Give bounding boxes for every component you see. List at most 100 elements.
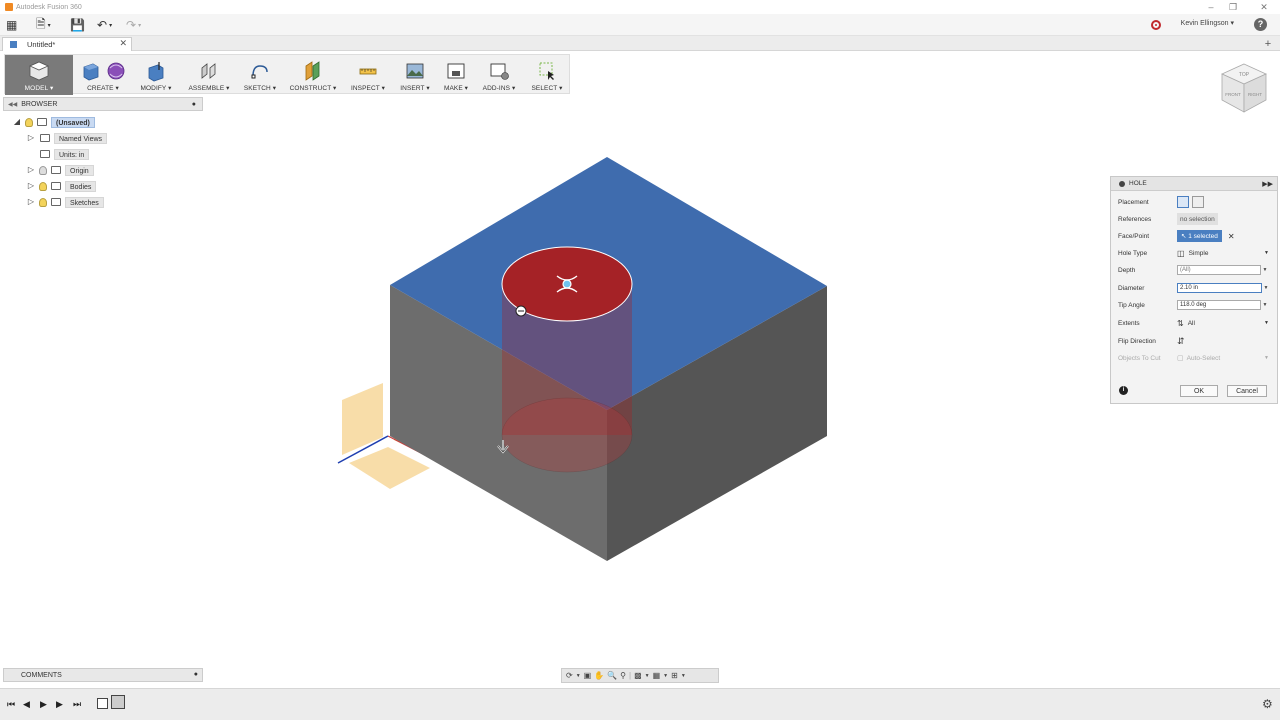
restore-icon[interactable]: ❐: [1225, 0, 1241, 14]
add-ins-menu[interactable]: ADD-INS ▾: [479, 55, 519, 95]
comments-panel-header[interactable]: COMMENTS ●: [3, 668, 203, 682]
visibility-bulb-icon[interactable]: [39, 181, 47, 191]
tree-root[interactable]: ◢ (Unsaved): [12, 116, 95, 128]
depth-input[interactable]: (All): [1177, 265, 1261, 275]
timeline-sketch-feature-icon[interactable]: [97, 698, 108, 709]
tree-item-named-views[interactable]: ▷ Named Views: [26, 132, 108, 144]
zoom-icon[interactable]: 🔍: [607, 671, 617, 680]
file-menu-icon[interactable]: 🗎 ▾: [36, 17, 51, 33]
dialog-menu-icon[interactable]: [1119, 180, 1125, 187]
sketch-menu[interactable]: SKETCH ▾: [240, 55, 280, 95]
canvas-viewport[interactable]: [210, 100, 1110, 660]
close-tab-icon[interactable]: ✕: [119, 38, 127, 49]
tree-item-origin[interactable]: ▷ Origin: [26, 164, 94, 176]
hole-type-row: Hole Type ◫ Simple ▼: [1118, 246, 1276, 260]
hole-dialog-title-bar[interactable]: HOLE ▶▶: [1111, 177, 1277, 191]
go-to-end-icon[interactable]: ⏭: [73, 699, 81, 710]
record-icon[interactable]: [1151, 20, 1161, 30]
references-selector[interactable]: no selection: [1177, 213, 1218, 225]
expand-toggle-icon[interactable]: ▷: [26, 197, 36, 207]
hole-type-value: Simple: [1188, 249, 1209, 257]
visibility-bulb-icon[interactable]: [39, 165, 47, 175]
visibility-bulb-icon[interactable]: [39, 197, 47, 207]
diameter-manipulator-icon[interactable]: [515, 305, 527, 317]
clear-selection-icon[interactable]: ✕: [1228, 232, 1235, 241]
help-icon[interactable]: ?: [1254, 18, 1267, 31]
minimize-icon[interactable]: –: [1203, 0, 1219, 14]
tree-item-units[interactable]: Units: in: [36, 148, 90, 160]
ok-button[interactable]: OK: [1180, 385, 1218, 397]
fit-icon[interactable]: ⚲: [620, 671, 626, 680]
undo-icon[interactable]: ↶ ▾: [97, 17, 112, 33]
create-menu[interactable]: CREATE ▾: [77, 55, 129, 95]
redo-icon[interactable]: ↷ ▾: [126, 17, 141, 33]
extents-dropdown[interactable]: ⇅ All ▼: [1177, 317, 1269, 329]
viewports-icon[interactable]: ⊞: [671, 671, 678, 680]
app-grid-icon[interactable]: ▦: [6, 17, 17, 33]
go-to-start-icon[interactable]: ⏮: [7, 699, 15, 710]
inspect-menu[interactable]: INSPECT ▾: [348, 55, 388, 95]
objects-to-cut-dropdown[interactable]: ▢ Auto-Select ▼: [1177, 352, 1269, 364]
viewcube[interactable]: TOP FRONT RIGHT: [1216, 60, 1272, 120]
tree-item-bodies[interactable]: ▷ Bodies: [26, 180, 97, 192]
modify-menu[interactable]: MODIFY ▾: [136, 55, 176, 95]
chevron-down-icon[interactable]: ▼: [645, 673, 650, 679]
close-window-icon[interactable]: ✕: [1256, 0, 1272, 14]
orbit-icon[interactable]: ⟳: [566, 671, 573, 680]
tip-angle-input[interactable]: 118.0 deg: [1177, 300, 1261, 310]
tree-item-label: Named Views: [54, 132, 108, 144]
user-account-menu[interactable]: Kevin Ellingson ▾: [1181, 19, 1234, 27]
collapse-browser-icon[interactable]: ◀◀: [8, 101, 17, 108]
assemble-menu[interactable]: ASSEMBLE ▾: [184, 55, 234, 95]
save-icon[interactable]: 💾: [70, 17, 85, 33]
visibility-bulb-icon[interactable]: [25, 117, 33, 127]
display-settings-icon[interactable]: ▩: [634, 671, 642, 680]
expand-toggle-icon[interactable]: ▷: [26, 181, 36, 191]
placement-label: Placement: [1118, 198, 1149, 206]
diameter-control: 2.10 in ▼: [1177, 282, 1270, 294]
hole-dialog-title: HOLE: [1129, 180, 1147, 187]
expand-toggle-icon[interactable]: ◢: [12, 117, 22, 127]
add-comment-icon[interactable]: ●: [194, 671, 198, 678]
insert-menu[interactable]: INSERT ▾: [397, 55, 433, 95]
chevron-down-icon[interactable]: ▼: [1261, 267, 1269, 273]
play-icon[interactable]: ▶: [40, 699, 47, 710]
browser-header[interactable]: ◀◀ BROWSER ●: [3, 97, 203, 111]
origin-plane-xy[interactable]: [349, 447, 430, 489]
step-forward-icon[interactable]: ▶: [56, 699, 63, 710]
document-tab[interactable]: Untitled* ✕: [2, 37, 132, 51]
chevron-down-icon[interactable]: ▼: [576, 673, 581, 679]
face-point-selected-button[interactable]: ↖ 1 selected: [1177, 230, 1222, 242]
grid-settings-icon[interactable]: ▦: [653, 671, 661, 680]
expand-toggle-icon[interactable]: ▷: [26, 165, 36, 175]
look-at-icon[interactable]: ▣: [584, 671, 592, 680]
timeline-settings-icon[interactable]: ⚙: [1262, 697, 1273, 711]
multiple-holes-placement-icon[interactable]: [1192, 196, 1204, 208]
diameter-input[interactable]: 2.10 in: [1177, 283, 1262, 293]
info-icon[interactable]: i: [1119, 386, 1128, 395]
hole-type-dropdown[interactable]: ◫ Simple ▼: [1177, 247, 1269, 259]
expand-toggle-icon[interactable]: ▷: [26, 133, 36, 143]
units-document-icon: [40, 150, 50, 158]
chevron-down-icon[interactable]: ▼: [663, 673, 668, 679]
browser-options-icon[interactable]: ●: [192, 101, 196, 108]
diameter-label: Diameter: [1118, 284, 1145, 292]
document-tab-title: Untitled*: [27, 40, 56, 49]
chevron-down-icon[interactable]: ▼: [681, 673, 686, 679]
expand-dialog-icon[interactable]: ▶▶: [1262, 180, 1273, 188]
construct-menu[interactable]: CONSTRUCT ▾: [287, 55, 339, 95]
select-menu[interactable]: SELECT ▾: [527, 55, 567, 95]
workspace-switcher[interactable]: MODEL ▾: [5, 55, 73, 95]
single-hole-placement-icon[interactable]: [1177, 196, 1189, 208]
make-menu[interactable]: MAKE ▾: [439, 55, 473, 95]
step-back-icon[interactable]: ◀: [23, 699, 30, 710]
origin-plane-yz[interactable]: [342, 383, 383, 455]
new-tab-icon[interactable]: +: [1262, 38, 1274, 50]
pan-icon[interactable]: ✋: [594, 671, 604, 680]
flip-direction-icon[interactable]: ⇵: [1177, 335, 1185, 347]
cancel-button[interactable]: Cancel: [1227, 385, 1267, 397]
chevron-down-icon[interactable]: ▼: [1262, 285, 1270, 291]
chevron-down-icon[interactable]: ▼: [1261, 302, 1269, 308]
tree-item-sketches[interactable]: ▷ Sketches: [26, 196, 104, 208]
timeline-extrude-feature-icon[interactable]: [111, 695, 125, 709]
